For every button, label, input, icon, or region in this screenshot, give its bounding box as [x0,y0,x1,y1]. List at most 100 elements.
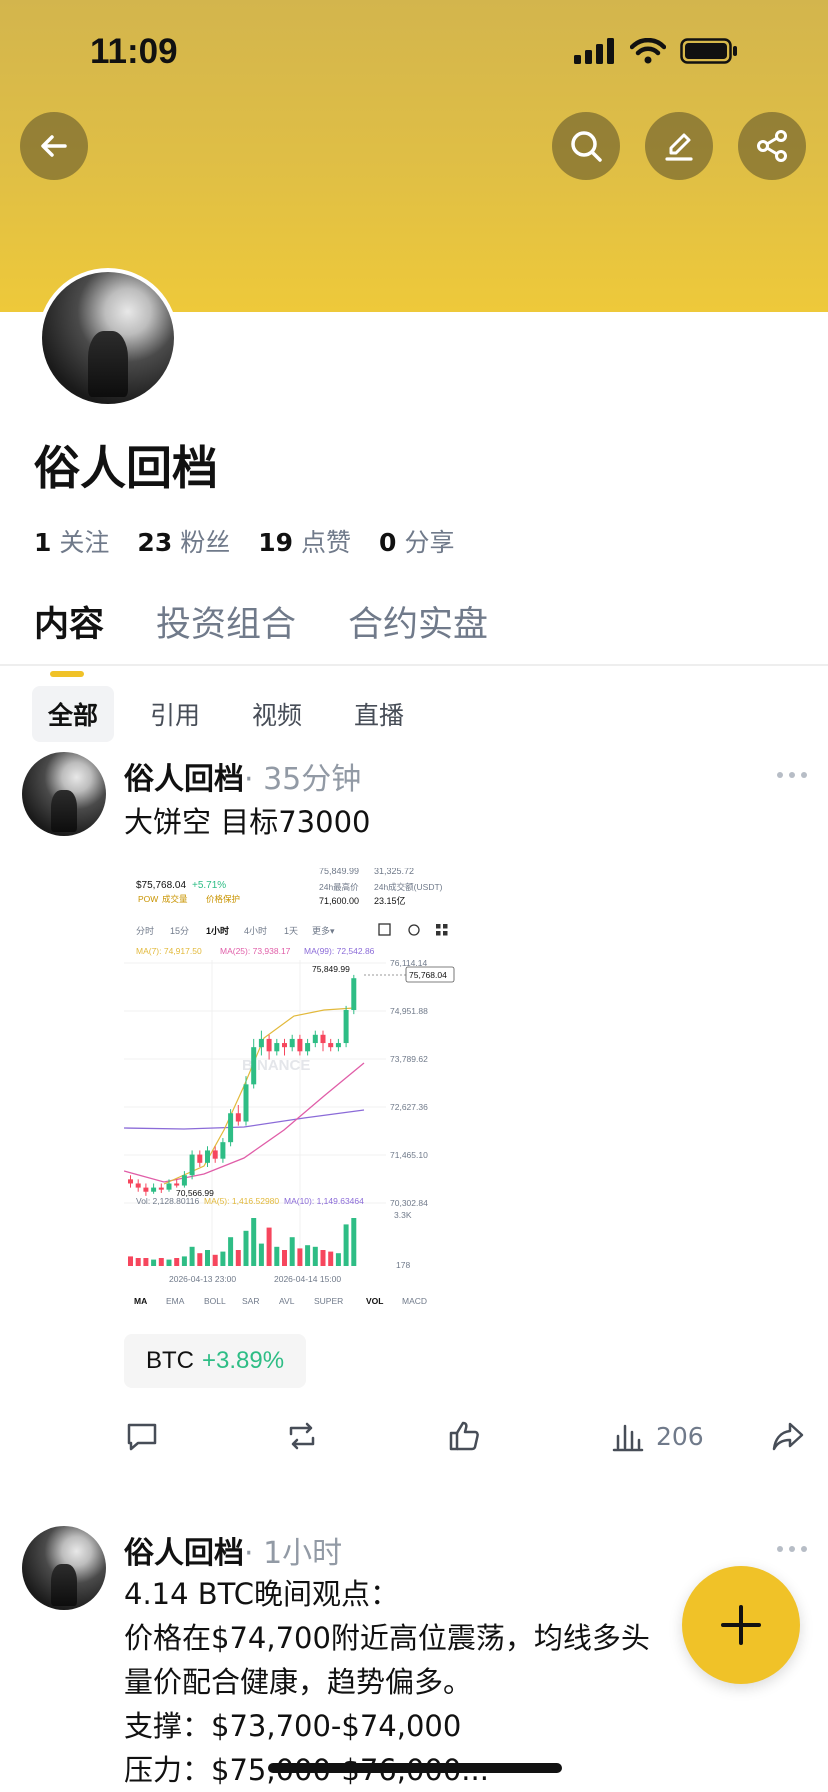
candle-body [289,1038,295,1048]
candle-body [205,1150,210,1163]
cellular-signal-icon [574,38,614,64]
chart-date-1: 2026-04-13 23:00 [169,1274,236,1284]
stat-followers[interactable]: 23 粉丝 [137,523,230,559]
candle-body [243,1084,249,1122]
volume-bar [135,1258,141,1266]
candle-body [274,1043,280,1052]
volume-bar [266,1227,272,1266]
views-counter: 206 [610,1418,704,1454]
candle-body [212,1150,218,1159]
candle-body [305,1043,311,1052]
svg-text:SAR: SAR [242,1296,259,1306]
candle-body [135,1183,141,1188]
candle-body [320,1034,326,1044]
volume-bar [212,1254,218,1266]
svg-text:BOLL: BOLL [204,1296,226,1306]
post-author[interactable]: 俗人回档· 35分钟 [124,754,361,798]
candle-body [235,1113,241,1122]
volume-bar [128,1256,133,1266]
chart-current-price-tag: 75,768.04 [409,970,447,980]
comment-button[interactable] [124,1418,160,1454]
post-more-button[interactable] [777,1546,807,1552]
filter-live[interactable]: 直播 [338,686,420,742]
profile-name: 俗人回档 [34,441,218,495]
volume-bar [328,1251,334,1266]
svg-text:更多▾: 更多▾ [312,925,335,936]
chart-y-tick: 70,302.84 [390,1198,428,1208]
volume-bar [251,1218,257,1266]
chart-label-protect: 价格保护 [206,894,240,904]
volume-bar [297,1248,303,1266]
chart-peak-label: 75,849.99 [312,964,350,974]
share-post-button[interactable] [770,1418,806,1454]
candle-body [328,1043,334,1048]
volume-bar [289,1237,295,1266]
volume-bar [205,1250,210,1266]
candle-body [266,1038,272,1052]
filter-videos[interactable]: 视频 [236,686,318,742]
content-filter-tabs: 全部 引用 视频 直播 [32,686,420,742]
plus-icon [721,1605,761,1645]
volume-bar [312,1246,318,1266]
chart-vol-tick-high: 3.3K [394,1210,412,1220]
candle-body [258,1038,264,1048]
candle-body [335,1043,341,1048]
chart-y-tick: 73,789.62 [390,1054,428,1064]
search-icon [571,131,602,162]
comment-icon [127,1423,157,1451]
edit-button[interactable] [645,112,713,180]
volume-bar [351,1218,357,1266]
chart-price: $75,768.04 [136,880,186,891]
arrow-left-icon [41,135,67,157]
volume-bar [235,1250,241,1266]
chart-vol-label: 24h成交额(USDT) [374,882,443,892]
volume-bar [320,1250,326,1266]
home-indicator [268,1763,562,1773]
profile-avatar[interactable] [38,268,178,408]
create-post-fab[interactable] [682,1566,800,1684]
candle-body [312,1034,318,1044]
repost-button[interactable] [284,1418,320,1454]
chart-low-value: 71,600.00 [319,896,359,906]
volume-bar [151,1259,157,1266]
status-time: 11:09 [90,32,178,71]
chart-vol-value: 23.15亿 [374,895,406,906]
volume-bar [220,1251,226,1266]
volume-bar [143,1258,149,1266]
svg-text:MACD: MACD [402,1296,427,1306]
bar-chart-icon [612,1424,644,1452]
svg-text:MA(99): 72,542.86: MA(99): 72,542.86 [304,946,375,956]
candle-body [166,1183,172,1190]
volume-bar [181,1256,187,1266]
back-button[interactable] [20,112,88,180]
candle-body [343,1010,349,1044]
svg-text:Vol: 2,128.80116: Vol: 2,128.80116 [136,1196,199,1206]
coin-tag-btc[interactable]: BTC +3.89% [124,1334,307,1388]
search-button[interactable] [552,112,620,180]
svg-text:MA(5): 1,416.52980: MA(5): 1,416.52980 [204,1196,279,1206]
chart-volume-legend: Vol: 2,128.80116 MA(5): 1,416.52980 MA(1… [136,1196,364,1206]
post-image-chart-screenshot[interactable]: 75,849.99 31,325.72 $75,768.04 +5.71% PO… [124,868,456,1316]
candle-body [220,1142,226,1159]
filter-quotes[interactable]: 引用 [134,686,216,742]
post-text: 大饼空 目标73000 [124,805,371,839]
volume-bar [243,1230,249,1266]
candle-body [151,1187,157,1192]
filter-all[interactable]: 全部 [32,686,115,742]
svg-text:VOL: VOL [366,1296,383,1306]
thumbs-up-icon [449,1421,479,1451]
post-author[interactable]: 俗人回档· 1小时 [124,1528,342,1572]
post-author-avatar[interactable] [22,752,106,836]
stat-following[interactable]: 1 关注 [34,523,109,559]
volume-bar [189,1246,195,1266]
volume-bar [258,1243,264,1266]
like-button[interactable] [446,1418,482,1454]
svg-text:1天: 1天 [284,926,298,936]
post-more-button[interactable] [777,772,807,778]
share-button[interactable] [738,112,806,180]
chart-change: +5.71% [192,880,226,891]
candle-body [143,1187,149,1192]
post-author-avatar[interactable] [22,1526,106,1610]
volume-bar [158,1258,164,1266]
chart-indicator-bar: MA EMA BOLL SAR AVL SUPER VOL MACD [134,1296,427,1306]
